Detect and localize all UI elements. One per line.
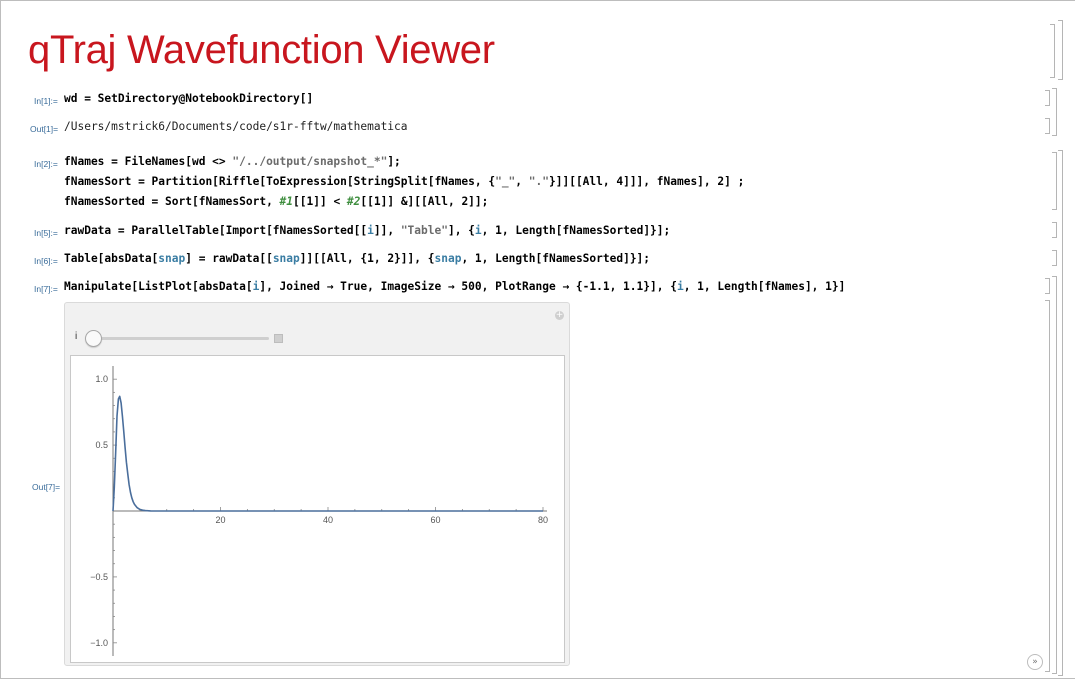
in5-code[interactable]: rawData = ParallelTable[Import[fNamesSor… [64,224,670,237]
local-variable: snap [158,252,186,265]
slot-symbol: #2 [346,195,361,208]
code-text: fNamesSorted = Sort[fNamesSort, [64,195,280,208]
code-text: ] = rawData[[ [185,252,273,265]
slider-track[interactable] [87,337,269,340]
code-text: Table[absData[ [64,252,159,265]
code-text: [[1]] < [293,195,347,208]
code-text: fNames = FileNames[wd <> [64,155,233,168]
group-bracket[interactable] [1052,88,1057,136]
x-tick-label: 80 [538,515,548,525]
cell-bracket[interactable] [1052,152,1057,210]
local-variable: i [474,224,482,237]
cell-bracket[interactable] [1052,222,1057,238]
slider-label: i [75,331,78,342]
code-text: , [515,175,529,188]
output-bracket[interactable] [1045,300,1050,672]
string-literal: "_" [495,175,516,188]
code-text: fNamesSort = Partition[Riffle[ToExpressi… [64,175,496,188]
code-text: ], Joined → True, ImageSize → 500, PlotR… [259,280,677,293]
cell-bracket[interactable] [1050,24,1055,78]
in7-code[interactable]: Manipulate[ListPlot[absData[ i], Joined →… [64,280,845,293]
in5-label: In[5]:= [34,228,58,238]
slider-expand-icon[interactable] [274,334,283,343]
local-variable: snap [434,252,462,265]
cell-bracket[interactable] [1045,90,1050,106]
cell-bracket[interactable] [1052,250,1057,266]
in2-line3[interactable]: fNamesSorted = Sort[fNamesSort, #1[[1]] … [64,195,488,208]
x-tick-label: 40 [323,515,333,525]
double-chevron-down-icon[interactable]: » [1027,654,1043,670]
local-variable: snap [272,252,300,265]
code-text: }]][[All, 4]]], fNames], 2] ; [549,175,745,188]
slot-symbol: #1 [279,195,294,208]
out1-label: Out[1]= [30,124,59,134]
x-tick-label: 60 [430,515,440,525]
plot-panel: 20 40 60 80 −1.0 −0.5 0.5 1.0 [70,355,565,663]
code-text: [[1]] &][[All, 2]]; [360,195,489,208]
code-text: rawData = ParallelTable[Import[fNamesSor… [64,224,368,237]
code-text: ]][[All, {1, 2}]], { [299,252,435,265]
code-text: , 1, Length[fNamesSorted]}]; [481,224,671,237]
local-variable: i [676,280,684,293]
plus-circle-icon[interactable]: + [555,311,564,320]
in7-label: In[7]:= [34,284,58,294]
in2-line2[interactable]: fNamesSort = Partition[Riffle[ToExpressi… [64,175,744,188]
cell-bracket[interactable] [1045,278,1050,294]
code-text: ], { [447,224,475,237]
slider-thumb[interactable] [85,330,102,347]
series-line-0 [112,395,543,512]
code-text: , 1, Length[fNamesSorted]}]; [461,252,651,265]
code-text: ]; [387,155,401,168]
in2-line1[interactable]: fNames = FileNames[wd <> "/../output/sna… [64,155,401,168]
string-literal: "Table" [400,224,448,237]
local-variable: i [367,224,374,237]
in1-label: In[1]:= [34,96,58,106]
wavefunction-plot: 20 40 60 80 −1.0 −0.5 0.5 1.0 [90,366,548,656]
manipulate-panel: + i 20 40 60 80 −1.0 −0.5 0.5 1.0 [64,302,570,666]
in6-label: In[6]:= [34,256,58,266]
string-literal: "." [528,175,549,188]
code-text: , 1, Length[fNames], 1}] [683,280,846,293]
cell-bracket[interactable] [1045,118,1050,134]
notebook-title: qTraj Wavefunction Viewer [28,28,495,72]
y-tick-label: −1.0 [90,638,108,648]
in2-label: In[2]:= [34,159,58,169]
group-bracket[interactable] [1058,150,1063,676]
group-bracket[interactable] [1052,276,1057,674]
out1-text[interactable]: /Users/mstrick6/Documents/code/s1r-fftw/… [64,120,408,133]
in1-code[interactable]: wd = SetDirectory@NotebookDirectory[] [64,92,313,105]
in6-code[interactable]: Table[absData[snap] = rawData[[snap]][[A… [64,252,650,265]
code-text: Manipulate[ListPlot[absData[ [64,280,253,293]
y-tick-label: −0.5 [90,572,108,582]
string-literal: "/../output/snapshot_*" [232,155,388,168]
x-tick-label: 20 [215,515,225,525]
y-tick-label: 0.5 [95,440,108,450]
code-text: ]], [373,224,401,237]
group-bracket[interactable] [1058,20,1063,80]
out7-label: Out[7]= [32,482,61,492]
y-tick-label: 1.0 [95,374,108,384]
